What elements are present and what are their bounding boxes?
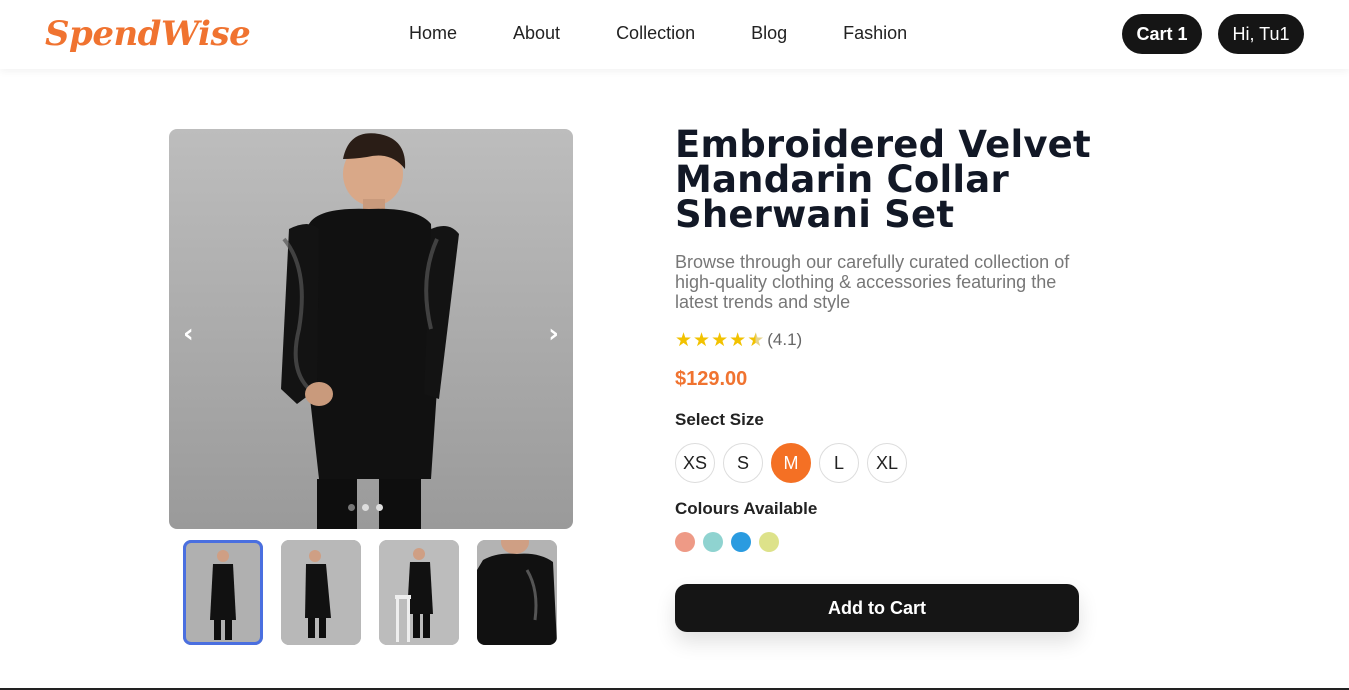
site-header: SpendWise Home About Collection Blog Fas… (0, 0, 1349, 69)
size-option-m[interactable]: M (771, 443, 811, 483)
carousel-dot[interactable] (348, 504, 355, 511)
size-option-xs[interactable]: XS (675, 443, 715, 483)
colours-available-label: Colours Available (675, 499, 818, 518)
thumbnail-3-image (379, 540, 459, 645)
thumbnail-1-image (183, 540, 263, 645)
size-option-l[interactable]: L (819, 443, 859, 483)
thumbnail-3[interactable] (379, 540, 459, 645)
carousel-dots (348, 504, 383, 511)
size-options: XS S M L XL (675, 443, 907, 483)
main-nav: Home About Collection Blog Fashion (409, 23, 963, 44)
thumbnail-strip (183, 540, 557, 645)
thumbnail-4-image (477, 540, 557, 645)
thumbnail-1[interactable] (183, 540, 263, 645)
size-option-xl[interactable]: XL (867, 443, 907, 483)
add-to-cart-button[interactable]: Add to Cart (675, 584, 1079, 632)
colour-swatch-blue[interactable] (731, 532, 751, 552)
product-main-image: ‹ › (169, 129, 573, 529)
star-full-icon: ★ (729, 329, 747, 351)
thumbnail-2-image (281, 540, 361, 645)
prev-image-arrow-icon[interactable]: ‹ (183, 319, 194, 349)
spendwise-logo[interactable]: SpendWise (45, 14, 251, 54)
star-half-icon: ★ (747, 329, 765, 351)
star-full-icon: ★ (711, 329, 729, 351)
product-photo-illustration (281, 133, 459, 529)
colour-swatch-salmon[interactable] (675, 532, 695, 552)
carousel-dot[interactable] (362, 504, 369, 511)
thumbnail-2[interactable] (281, 540, 361, 645)
product-title: Embroidered Velvet Mandarin Collar Sherw… (675, 123, 1091, 236)
nav-fashion[interactable]: Fashion (843, 23, 907, 44)
colour-swatches (675, 532, 779, 552)
product-price: $129.00 (675, 368, 748, 390)
size-option-s[interactable]: S (723, 443, 763, 483)
user-menu-button[interactable]: Hi, Tu1 (1218, 14, 1304, 54)
colour-swatch-lime[interactable] (759, 532, 779, 552)
cart-button[interactable]: Cart 1 (1122, 14, 1202, 54)
carousel-dot[interactable] (376, 504, 383, 511)
colour-swatch-teal[interactable] (703, 532, 723, 552)
rating-value: (4.1) (767, 330, 803, 349)
star-full-icon: ★ (693, 329, 711, 351)
nav-blog[interactable]: Blog (751, 23, 787, 44)
select-size-label: Select Size (675, 410, 764, 429)
nav-collection[interactable]: Collection (616, 23, 695, 44)
nav-about[interactable]: About (513, 23, 560, 44)
product-rating: ★ ★ ★ ★ ★ (4.1) (675, 329, 802, 351)
next-image-arrow-icon[interactable]: › (548, 319, 559, 349)
product-description: Browse through our carefully curated col… (675, 252, 1070, 312)
thumbnail-4[interactable] (477, 540, 557, 645)
star-full-icon: ★ (675, 329, 693, 351)
nav-home[interactable]: Home (409, 23, 457, 44)
